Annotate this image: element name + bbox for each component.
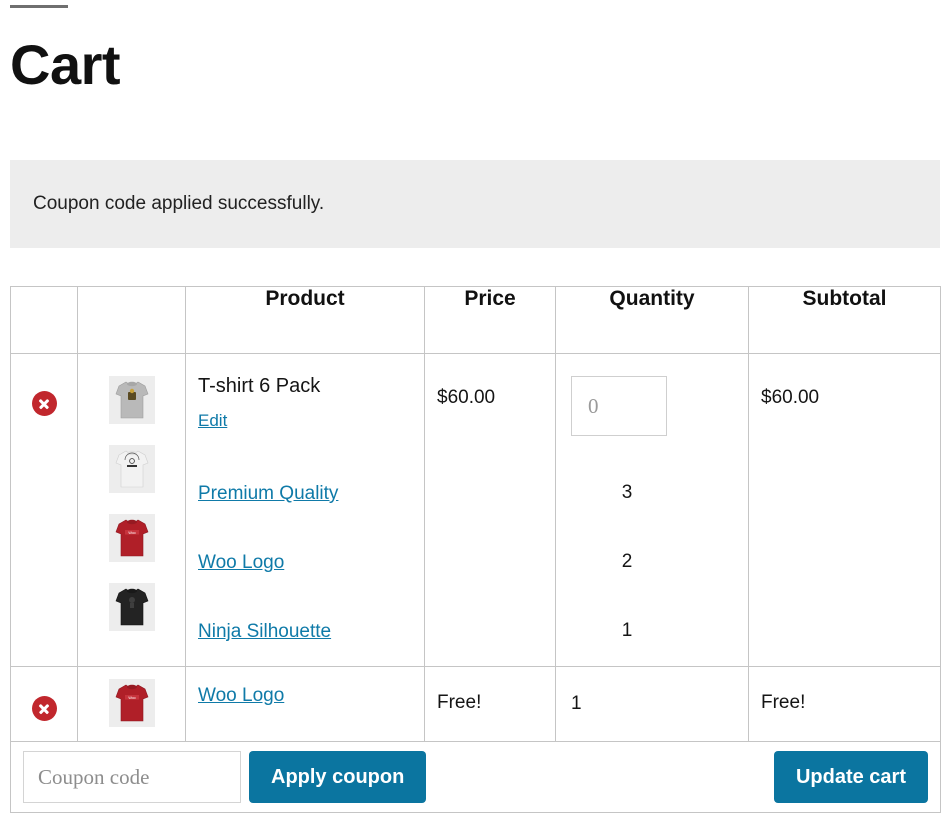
edit-row: Edit bbox=[198, 409, 424, 432]
variation-qty: 3 bbox=[556, 458, 748, 527]
variation-link-ninja-silhouette[interactable]: Ninja Silhouette bbox=[198, 620, 331, 643]
header-subtotal: Subtotal bbox=[749, 287, 941, 354]
subtotal-cell: Free! bbox=[749, 667, 941, 742]
quantity-cell: 1 bbox=[556, 667, 749, 742]
variation-row: Ninja Silhouette bbox=[198, 597, 424, 666]
price-cell: Free! bbox=[425, 667, 556, 742]
table-row: Woo Woo Logo Free! 1 Free! bbox=[11, 667, 941, 742]
remove-cell bbox=[11, 354, 78, 667]
cart-table-head: Product Price Quantity Subtotal bbox=[11, 287, 941, 354]
actions-cell: Apply coupon Update cart bbox=[11, 742, 941, 813]
coupon-code-input[interactable] bbox=[23, 751, 241, 803]
header-quantity: Quantity bbox=[556, 287, 749, 354]
header-rule bbox=[10, 5, 68, 8]
product-cell: T-shirt 6 Pack Edit Premium Quality Woo … bbox=[186, 354, 425, 667]
remove-circle-icon[interactable] bbox=[32, 391, 57, 416]
price-cell: $60.00 bbox=[425, 354, 556, 667]
grey-tshirt-thumbnail[interactable] bbox=[109, 376, 155, 424]
variation-quantities: 3 2 1 bbox=[556, 458, 748, 665]
variation-qty: 2 bbox=[556, 527, 748, 596]
variation-row: Woo Logo bbox=[198, 528, 424, 597]
quantity-input[interactable] bbox=[571, 376, 667, 436]
quantity-input-wrap bbox=[556, 354, 748, 436]
svg-text:Woo: Woo bbox=[128, 531, 135, 535]
white-tshirt-thumbnail[interactable] bbox=[109, 445, 155, 493]
product-link-woo-logo[interactable]: Woo Logo bbox=[198, 684, 284, 707]
remove-circle-icon[interactable] bbox=[32, 696, 57, 721]
variation-link-woo-logo[interactable]: Woo Logo bbox=[198, 551, 284, 574]
black-tshirt-thumbnail[interactable] bbox=[109, 583, 155, 631]
red-tshirt-thumbnail[interactable]: Woo bbox=[109, 514, 155, 562]
header-thumbnail bbox=[78, 287, 186, 354]
cart-actions-row: Apply coupon Update cart bbox=[11, 742, 941, 813]
thumbnail-cell: Woo bbox=[78, 354, 186, 667]
notice-message: Coupon code applied successfully. bbox=[33, 192, 324, 216]
thumbnail-stack: Woo bbox=[78, 354, 185, 631]
quantity-cell: 3 2 1 bbox=[556, 354, 749, 667]
variation-row: Premium Quality bbox=[198, 459, 424, 528]
red-tshirt-thumbnail[interactable]: Woo bbox=[109, 679, 155, 727]
edit-link[interactable]: Edit bbox=[198, 409, 227, 432]
cart-table-body: Woo T-shirt 6 Pack bbox=[11, 354, 941, 813]
coupon-success-notice: Coupon code applied successfully. bbox=[10, 160, 940, 248]
header-product: Product bbox=[186, 287, 425, 354]
thumbnail-cell: Woo bbox=[78, 667, 186, 742]
actions-inner: Apply coupon Update cart bbox=[11, 742, 940, 812]
header-remove bbox=[11, 287, 78, 354]
variation-link-premium-quality[interactable]: Premium Quality bbox=[198, 482, 338, 505]
table-row: Woo T-shirt 6 Pack bbox=[11, 354, 941, 667]
cart-table: Product Price Quantity Subtotal bbox=[10, 286, 941, 813]
subtotal-cell: $60.00 bbox=[749, 354, 941, 667]
variation-qty: 1 bbox=[556, 596, 748, 665]
product-link-row: Woo Logo bbox=[198, 667, 424, 723]
table-header-row: Product Price Quantity Subtotal bbox=[11, 287, 941, 354]
update-cart-button[interactable]: Update cart bbox=[774, 751, 928, 803]
thumbnail-stack: Woo bbox=[78, 667, 185, 727]
page-title: Cart bbox=[10, 32, 120, 98]
svg-text:Woo: Woo bbox=[128, 696, 135, 700]
header-price: Price bbox=[425, 287, 556, 354]
apply-coupon-button[interactable]: Apply coupon bbox=[249, 751, 426, 803]
product-name: T-shirt 6 Pack bbox=[198, 374, 424, 398]
product-cell: Woo Logo bbox=[186, 667, 425, 742]
remove-cell bbox=[11, 667, 78, 742]
